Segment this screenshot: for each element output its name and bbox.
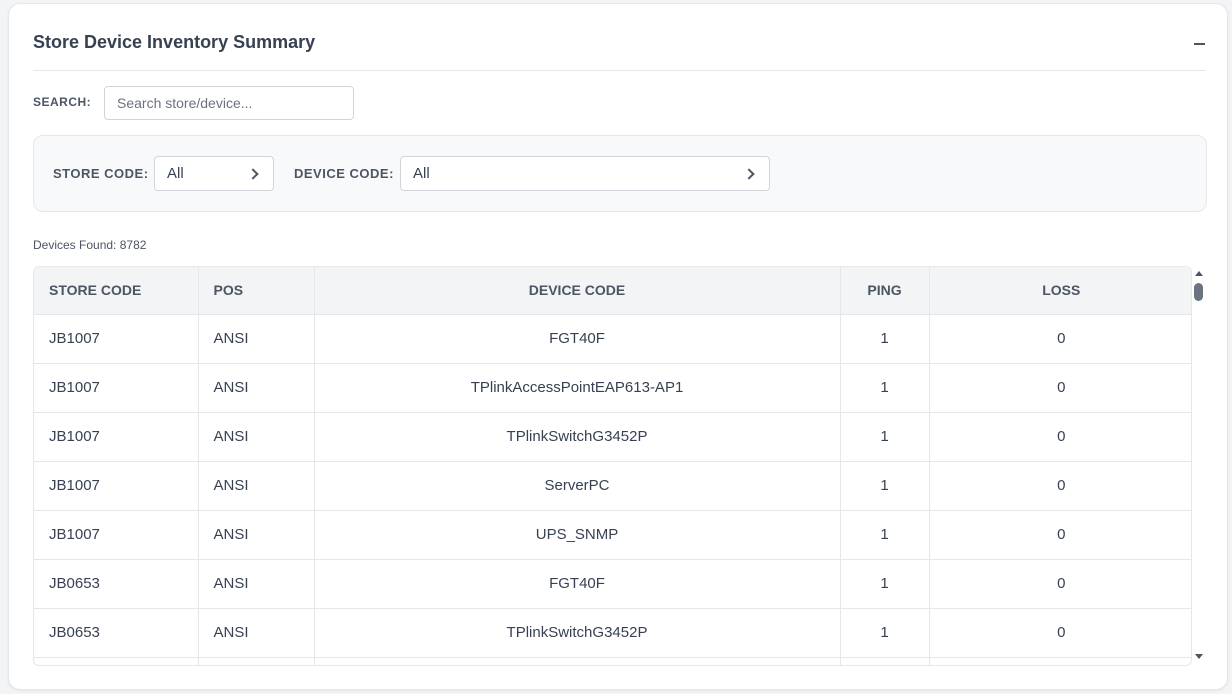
table-row[interactable]: JB1007 ANSI UPS_SNMP 1 0 [34,510,1191,560]
cell-loss: 0 [929,412,1191,462]
cell-device-code: TPlinkSwitchG3452P [314,412,841,462]
cell-device-code: TPlinkAccessPointEAP613-AP1 [314,363,841,413]
cell-pos: ANSI [198,510,315,560]
cell-pos: ANSI [198,608,315,658]
column-header-pos[interactable]: POS [198,267,315,315]
cell-store-code: JB1007 [34,363,199,413]
cell-loss [929,657,1191,665]
store-code-label: STORE CODE: [53,166,149,181]
cell-store-code: JB1007 [34,412,199,462]
scroll-up-arrow-icon[interactable] [1195,271,1203,276]
cell-loss: 0 [929,363,1191,413]
table-row[interactable]: JB0653 ANSI FGT40F 1 0 [34,559,1191,609]
collapse-button[interactable] [1189,32,1209,56]
cell-loss: 0 [929,314,1191,364]
device-code-value: All [413,165,430,182]
scroll-thumb[interactable] [1194,283,1203,301]
cell-store-code: JB1007 [34,461,199,511]
cell-ping: 1 [840,314,930,364]
table-row[interactable]: JB1007 ANSI TPlinkAccessPointEAP613-AP1 … [34,363,1191,413]
column-header-ping[interactable]: PING [840,267,930,315]
cell-device-code: FGT40F [314,314,841,364]
device-table: STORE CODE POS DEVICE CODE PING LOSS JB1… [33,266,1192,666]
cell-loss: 0 [929,510,1191,560]
column-header-device-code[interactable]: DEVICE CODE [314,267,841,315]
store-code-select[interactable]: All [154,156,274,191]
scroll-down-arrow-icon[interactable] [1195,654,1203,659]
devices-found-label: Devices Found: [33,238,117,252]
minus-icon [1193,43,1205,45]
cell-store-code: JB1007 [34,510,199,560]
panel-title: Store Device Inventory Summary [33,32,316,52]
table-row[interactable]: JB1007 ANSI TPlinkSwitchG3452P 1 0 [34,412,1191,462]
cell-ping: 1 [840,412,930,462]
cell-store-code: JB0653 [34,559,199,609]
search-label: SEARCH: [33,95,92,109]
devices-found-count: 8782 [119,238,147,252]
cell-ping: 1 [840,559,930,609]
cell-pos [198,657,315,665]
cell-pos: ANSI [198,559,315,609]
store-code-value: All [167,165,184,182]
table-row[interactable]: JB0653 ANSI TPlinkSwitchG3452P 1 0 [34,608,1191,658]
cell-ping: 1 [840,363,930,413]
cell-pos: ANSI [198,363,315,413]
cell-ping: 1 [840,510,930,560]
cell-pos: ANSI [198,314,315,364]
divider [33,70,1206,71]
table-header-row: STORE CODE POS DEVICE CODE PING LOSS [34,267,1191,315]
column-header-loss[interactable]: LOSS [929,267,1191,315]
cell-pos: ANSI [198,412,315,462]
filter-panel: STORE CODE: All DEVICE CODE: All [33,135,1207,212]
cell-ping [840,657,930,665]
table-row[interactable]: JB1007 ANSI FGT40F 1 0 [34,314,1191,364]
cell-ping: 1 [840,461,930,511]
cell-loss: 0 [929,608,1191,658]
search-input[interactable] [104,86,354,120]
cell-store-code: JB0653 [34,608,199,658]
cell-loss: 0 [929,461,1191,511]
cell-device-code: FGT40F [314,559,841,609]
device-code-select[interactable]: All [400,156,770,191]
chevron-right-icon [743,167,755,180]
table-row[interactable]: JB1007 ANSI ServerPC 1 0 [34,461,1191,511]
cell-device-code: TPlinkSwitchG3452P [314,608,841,658]
cell-store-code: JB1007 [34,314,199,364]
cell-device-code [314,657,841,665]
device-code-label: DEVICE CODE: [294,166,394,181]
cell-device-code: ServerPC [314,461,841,511]
column-header-store-code[interactable]: STORE CODE [34,267,199,315]
cell-store-code [34,657,199,665]
cell-loss: 0 [929,559,1191,609]
cell-pos: ANSI [198,461,315,511]
devices-found: Devices Found: 8782 [33,238,146,252]
cell-device-code: UPS_SNMP [314,510,841,560]
table-row[interactable] [34,657,1191,665]
chevron-right-icon [247,167,259,180]
table-scrollbar[interactable] [1192,266,1206,666]
cell-ping: 1 [840,608,930,658]
inventory-summary-panel: Store Device Inventory Summary SEARCH: S… [8,3,1228,690]
